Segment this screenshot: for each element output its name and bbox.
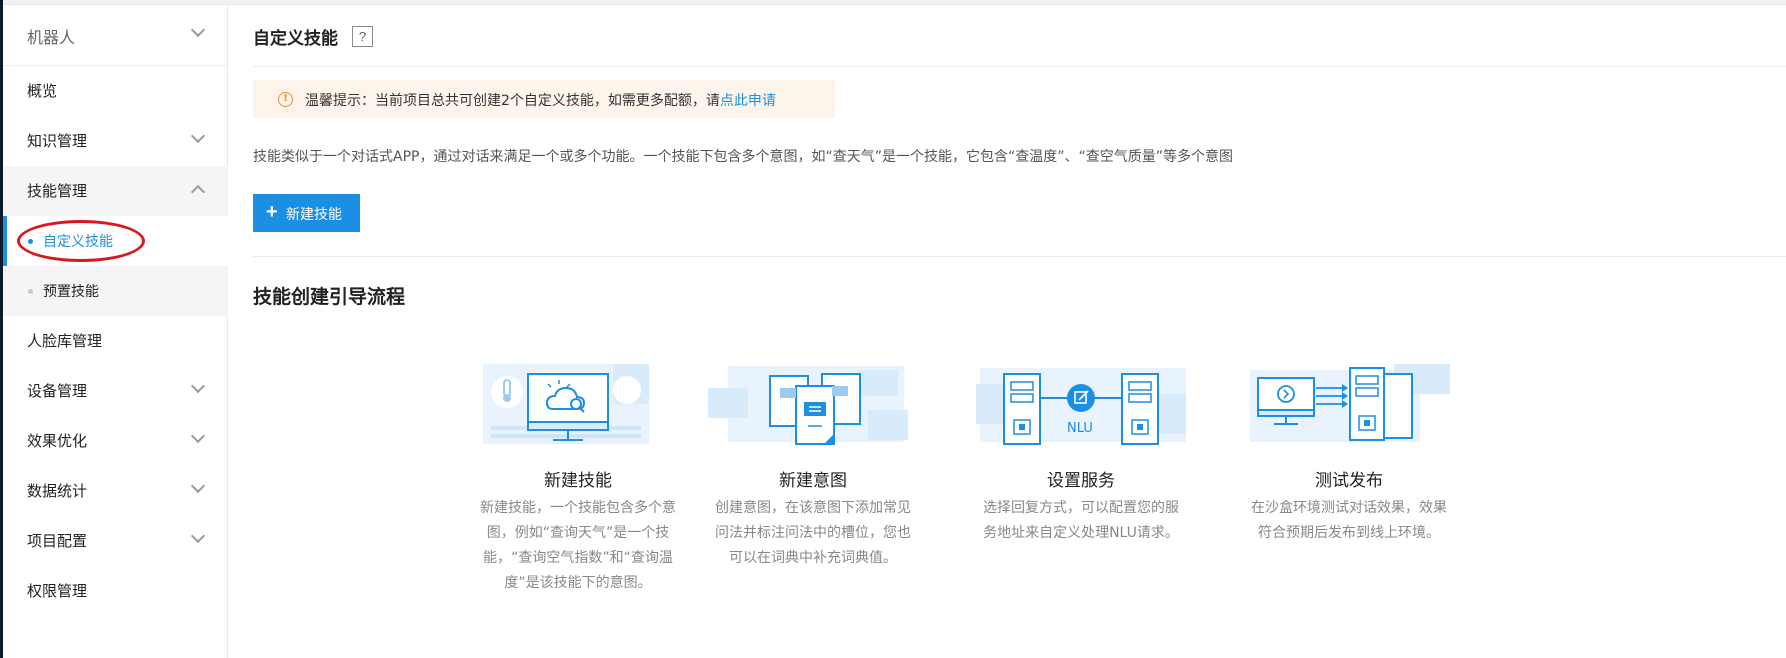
chevron-down-icon: [190, 378, 206, 394]
test-publish-icon: [1250, 364, 1450, 442]
active-indicator: [3, 216, 7, 266]
chevron-down-icon: [190, 428, 206, 444]
chevron-down-icon: [190, 528, 206, 544]
sidebar-item-label: 预置技能: [43, 284, 99, 300]
plus-icon: +: [266, 201, 278, 223]
chevron-down-icon: [190, 128, 206, 144]
main-content: 自定义技能 ? ! 温馨提示：当前项目总共可创建2个自定义技能，如需更多配额，请…: [229, 6, 1786, 658]
sidebar-item-label: 权限管理: [27, 582, 88, 600]
step-text: 在沙盒环境测试对话效果，效果符合预期后发布到线上环境。: [1251, 500, 1447, 541]
sidebar-item-face-library[interactable]: 人脸库管理: [3, 316, 228, 366]
sidebar-item-label: 数据统计: [27, 482, 88, 500]
highlight-ring: [17, 220, 145, 262]
divider: [253, 256, 1786, 257]
robot-selector-label: 机器人: [27, 28, 76, 47]
sidebar-item-label: 技能管理: [27, 182, 88, 200]
notice-prefix: 温馨提示：当前项目总共可创建2个自定义技能，如需更多配额，请: [305, 93, 720, 109]
sidebar-item-label: 设备管理: [27, 382, 88, 400]
warning-circle-icon: !: [278, 92, 293, 107]
step-title: 设置服务: [1047, 471, 1115, 491]
sidebar-item-label: 知识管理: [27, 132, 88, 150]
sidebar: 机器人 概览 知识管理 技能管理 自定义技能 预置技能 人脸库管理 设备管理 效…: [3, 6, 228, 658]
sidebar-item-knowledge[interactable]: 知识管理: [3, 116, 228, 166]
bullet-dot-icon: [28, 289, 33, 294]
step-text: 新建技能，一个技能包含多个意图，例如“查询天气”是一个技能，“查询空气指数”和“…: [480, 500, 676, 591]
step-title: 测试发布: [1315, 471, 1383, 491]
notice-text: 温馨提示：当前项目总共可创建2个自定义技能，如需更多配额，请点此申请: [305, 90, 776, 110]
step-title: 新建技能: [544, 471, 612, 491]
sidebar-item-label: 项目配置: [27, 532, 88, 550]
robot-selector[interactable]: 机器人: [3, 6, 228, 66]
sidebar-item-label: 效果优化: [27, 432, 88, 450]
monitor-weather-icon: [483, 364, 649, 444]
step-text: 创建意图，在该意图下添加常见问法并标注问法中的槽位，您也可以在词典中补充词典值。: [715, 500, 911, 566]
sidebar-item-skills[interactable]: 技能管理: [3, 166, 228, 216]
new-skill-button[interactable]: + 新建技能: [253, 194, 360, 232]
divider: [253, 66, 1786, 67]
chat-cards-icon: [708, 366, 908, 445]
sidebar-subitem-custom-skills[interactable]: 自定义技能: [3, 216, 228, 266]
guide-title: 技能创建引导流程: [253, 286, 406, 308]
notice-banner: ! 温馨提示：当前项目总共可创建2个自定义技能，如需更多配额，请点此申请: [253, 80, 835, 118]
nlu-badge: NLU: [1067, 421, 1093, 436]
chevron-up-icon: [190, 184, 206, 200]
sidebar-item-label: 概览: [27, 82, 58, 100]
step-title: 新建意图: [779, 471, 847, 491]
sidebar-item-label: 人脸库管理: [27, 332, 103, 350]
help-icon[interactable]: ?: [352, 26, 373, 47]
sidebar-subitem-preset-skills[interactable]: 预置技能: [3, 266, 228, 316]
chevron-down-icon: [190, 22, 206, 38]
sidebar-item-permissions[interactable]: 权限管理: [3, 566, 228, 616]
page-title: 自定义技能: [253, 29, 338, 49]
sidebar-item-project-config[interactable]: 项目配置: [3, 516, 228, 566]
sidebar-item-devices[interactable]: 设备管理: [3, 366, 228, 416]
chevron-down-icon: [190, 478, 206, 494]
server-nlu-icon: [976, 368, 1186, 445]
skill-description: 技能类似于一个对话式APP，通过对话来满足一个或多个功能。一个技能下包含多个意图…: [253, 149, 1233, 165]
sidebar-item-optimization[interactable]: 效果优化: [3, 416, 228, 466]
step-text: 选择回复方式，可以配置您的服务地址来自定义处理NLU请求。: [983, 500, 1179, 541]
new-skill-button-label: 新建技能: [286, 206, 342, 222]
apply-quota-link[interactable]: 点此申请: [720, 93, 776, 109]
sidebar-item-statistics[interactable]: 数据统计: [3, 466, 228, 516]
sidebar-item-overview[interactable]: 概览: [3, 66, 228, 116]
top-border: [0, 0, 1786, 5]
